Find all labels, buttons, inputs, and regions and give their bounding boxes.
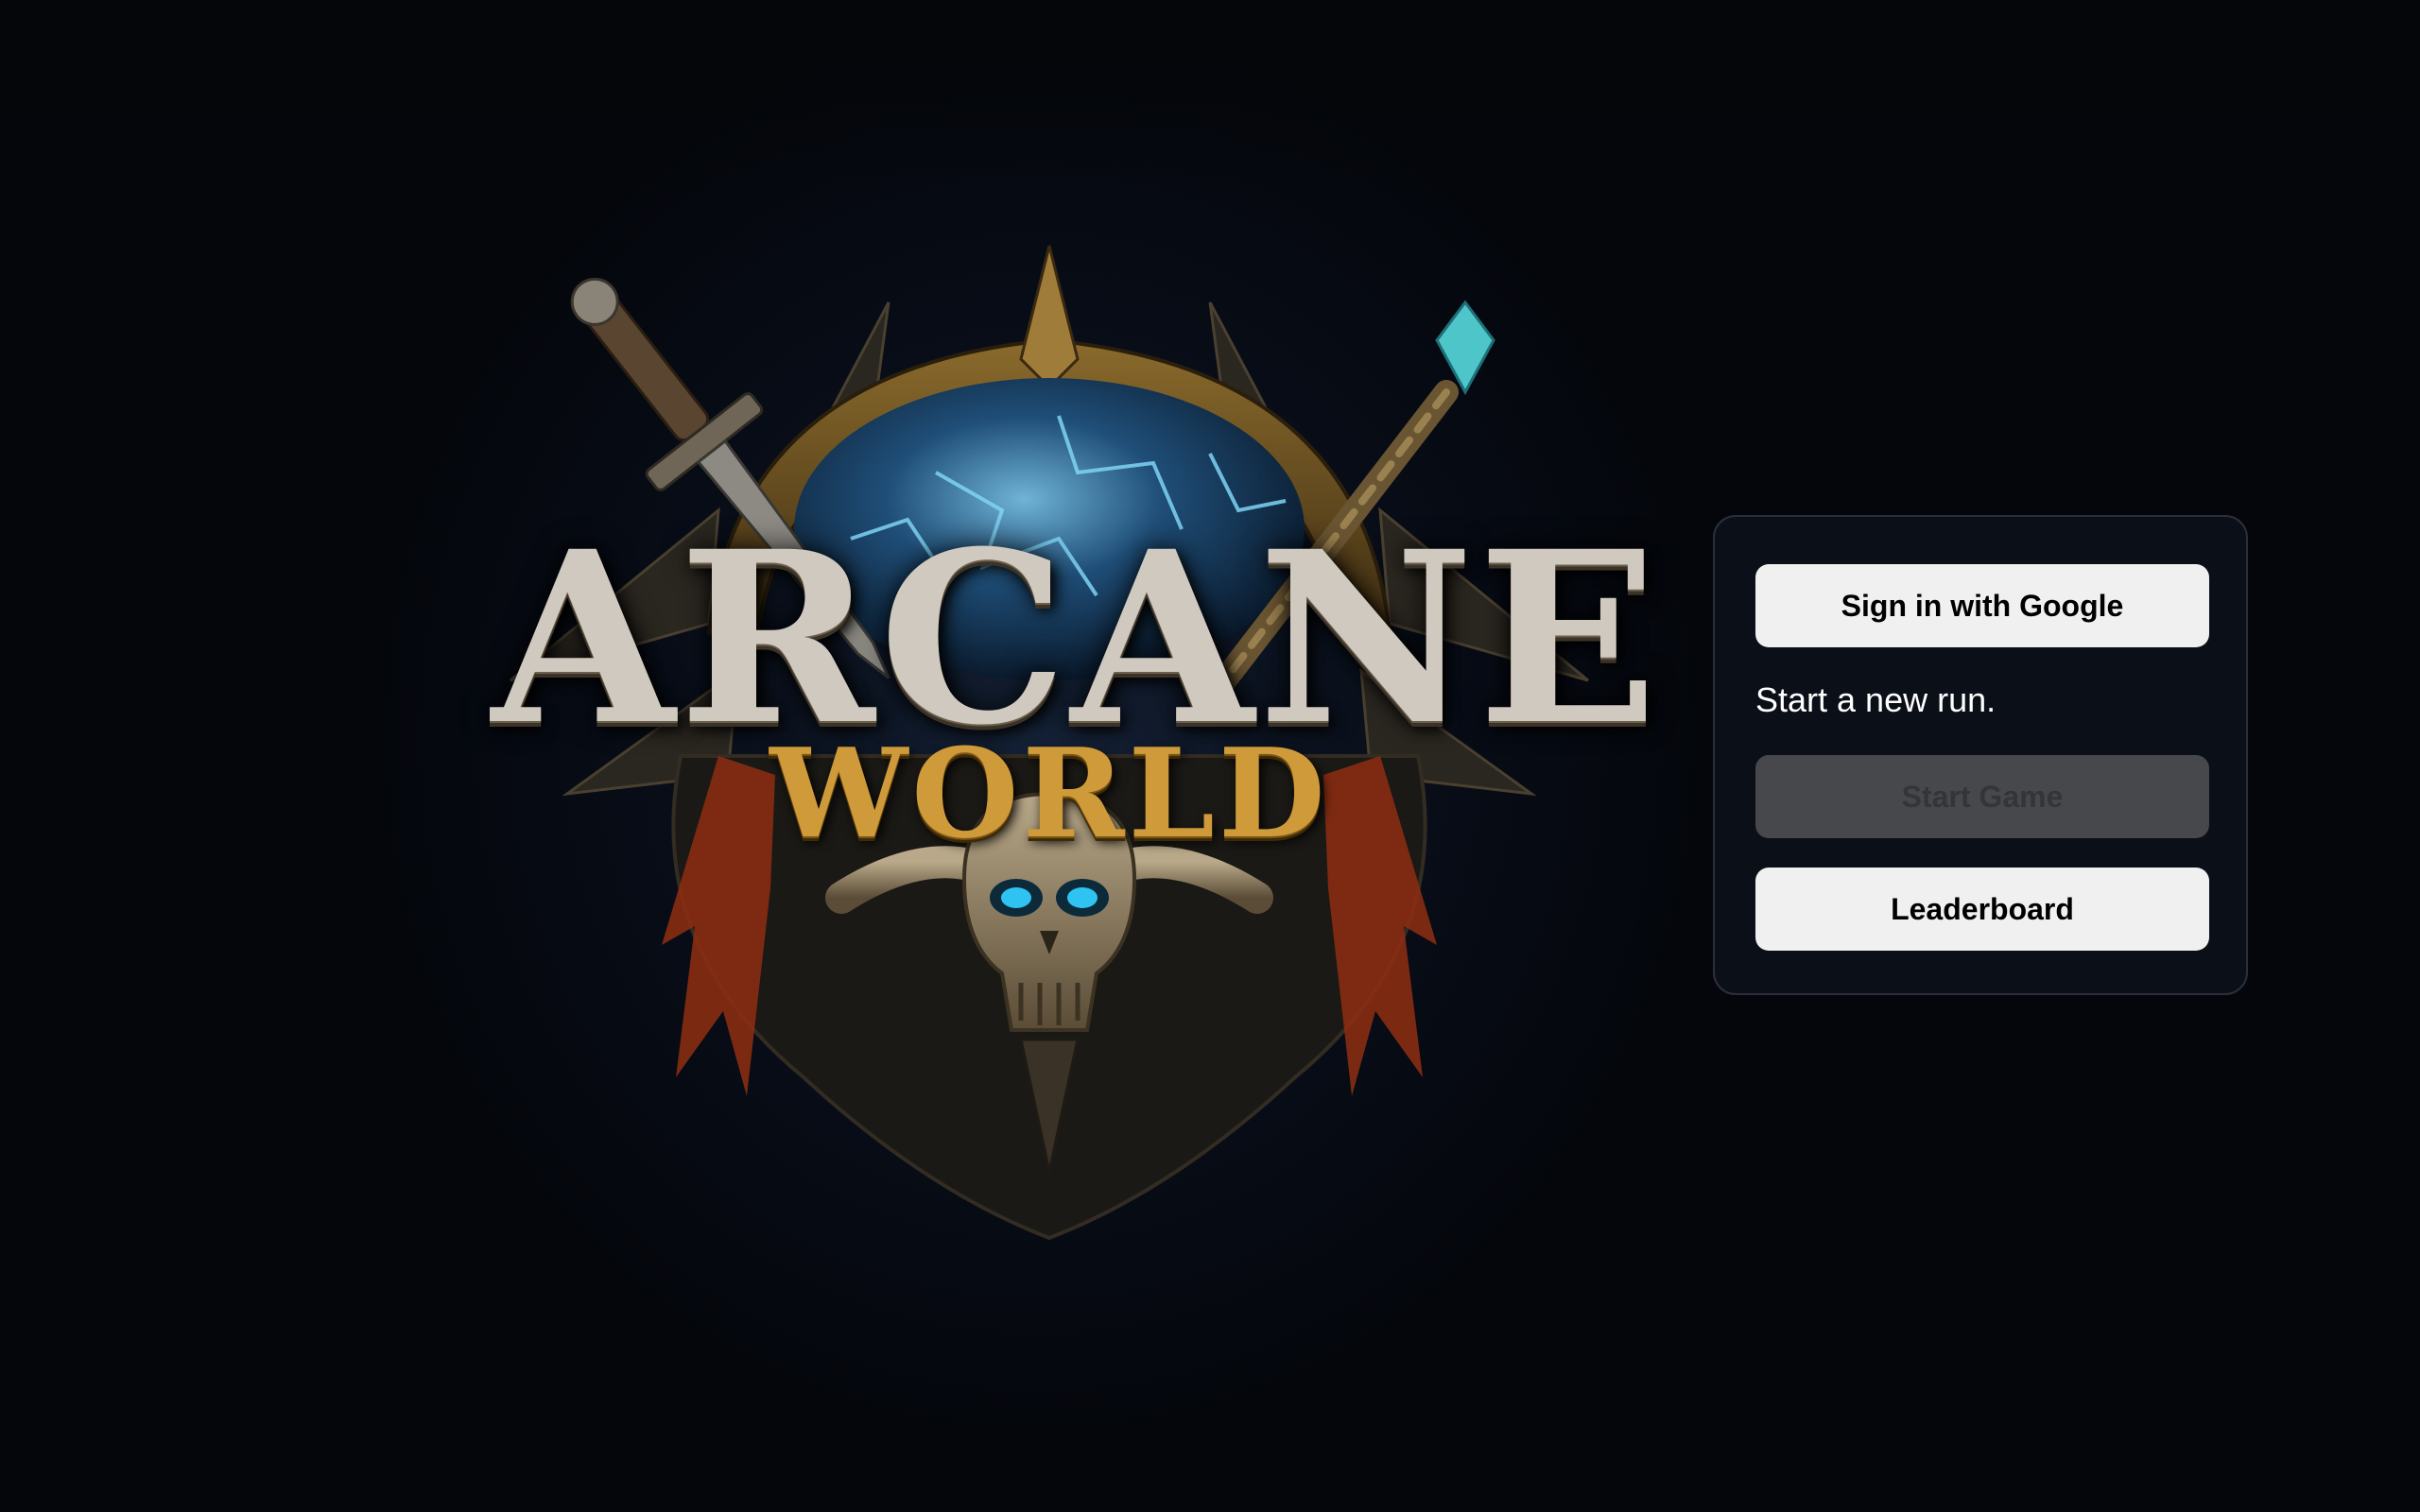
menu-panel: Sign in with Google Start a new run. Sta… [1713,515,2248,995]
start-game-button: Start Game [1755,755,2209,838]
top-shade [0,0,2420,189]
logo-title-world: WORLD [769,721,1329,866]
title-screen: ARCANE WORLD Sign in with Google Start a… [0,0,2420,1512]
sign-in-google-button[interactable]: Sign in with Google [1755,564,2209,647]
game-logo: ARCANE WORLD [492,227,1658,1304]
leaderboard-button[interactable]: Leaderboard [1755,868,2209,951]
status-text: Start a new run. [1755,680,1996,719]
